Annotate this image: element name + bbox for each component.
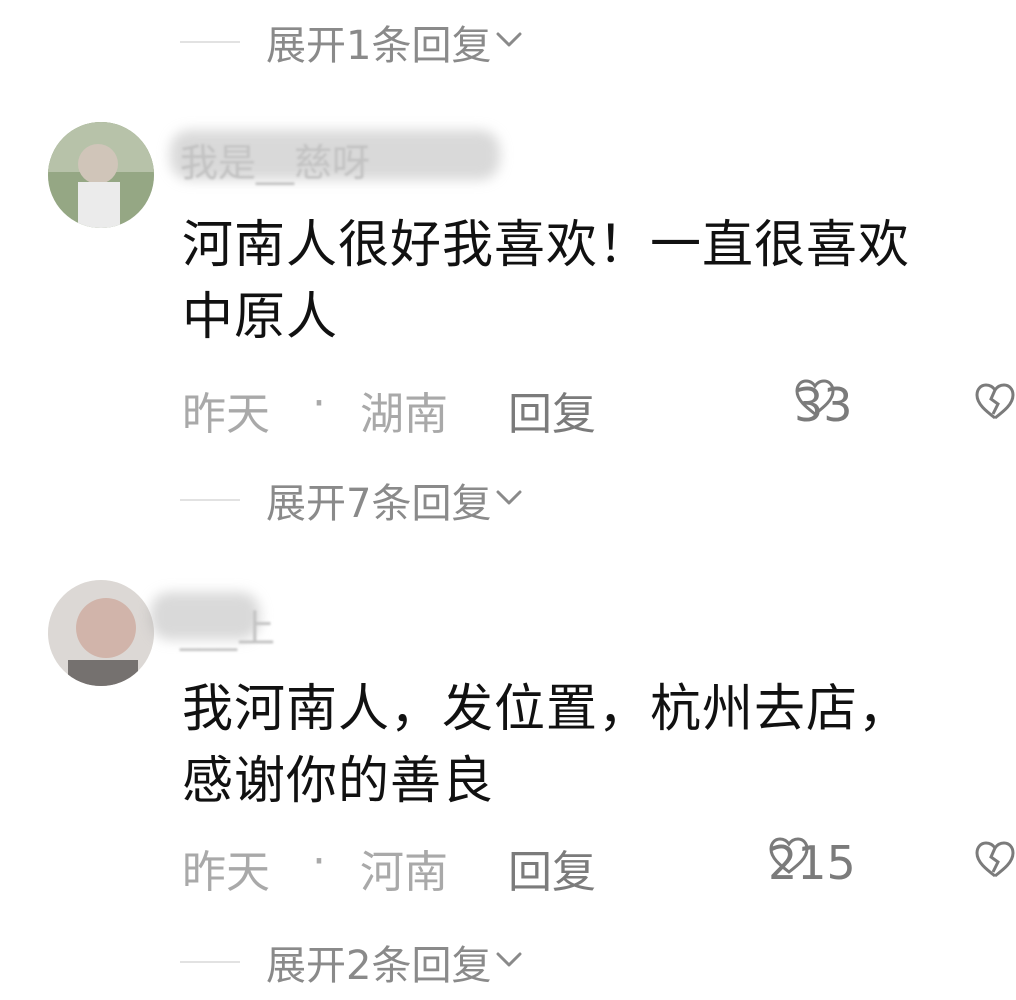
expand-replies-3[interactable]: 展开2条回复 [180, 932, 523, 992]
comment-meta: 昨天 · 湖南 回复 33 [182, 378, 1016, 440]
reply-button[interactable]: 回复 [508, 836, 596, 900]
chevron-down-icon [495, 950, 523, 974]
meta-separator: · [312, 836, 326, 887]
dislike-button[interactable] [974, 840, 1016, 891]
like-count: 215 [768, 836, 856, 890]
comment-location: 河南 [360, 847, 448, 898]
comment-line: 我河南人，发位置，杭州去店， [182, 680, 911, 739]
expand-replies-label: 展开2条回复 [266, 943, 492, 989]
meta-separator: · [312, 378, 326, 429]
like-count: 33 [794, 378, 853, 432]
comment-time: 昨天 [182, 389, 270, 440]
divider-line [180, 499, 240, 501]
expand-replies-label: 展开7条回复 [266, 481, 492, 527]
username[interactable]: 我是__慈呀 [180, 132, 370, 187]
comment-time: 昨天 [182, 847, 270, 898]
comment-content: 河南人很好我喜欢！一直很喜欢 中原人 [182, 210, 996, 354]
username[interactable]: ___上 [180, 598, 275, 653]
broken-heart-icon [975, 383, 1015, 420]
divider-line [180, 41, 240, 43]
like-button[interactable]: 33 [794, 378, 853, 432]
expand-replies-2[interactable]: 展开7条回复 [180, 470, 523, 530]
chevron-down-icon [495, 30, 523, 54]
divider-line [180, 961, 240, 963]
expand-replies-1[interactable]: 展开1条回复 [180, 12, 523, 72]
comment-line: 感谢你的善良 [182, 752, 495, 811]
like-button[interactable]: 215 [768, 836, 856, 890]
comment-content: 我河南人，发位置，杭州去店， 感谢你的善良 [182, 674, 996, 818]
broken-heart-icon [975, 841, 1015, 878]
comment-line: 中原人 [182, 288, 339, 347]
expand-replies-label: 展开1条回复 [266, 23, 492, 69]
reply-button[interactable]: 回复 [508, 378, 596, 442]
avatar[interactable] [48, 122, 154, 228]
chevron-down-icon [495, 488, 523, 512]
avatar[interactable] [48, 580, 154, 686]
comment-meta: 昨天 · 河南 回复 215 [182, 836, 1016, 898]
comment-location: 湖南 [360, 389, 448, 440]
dislike-button[interactable] [974, 382, 1016, 433]
comment-line: 河南人很好我喜欢！一直很喜欢 [182, 216, 911, 275]
